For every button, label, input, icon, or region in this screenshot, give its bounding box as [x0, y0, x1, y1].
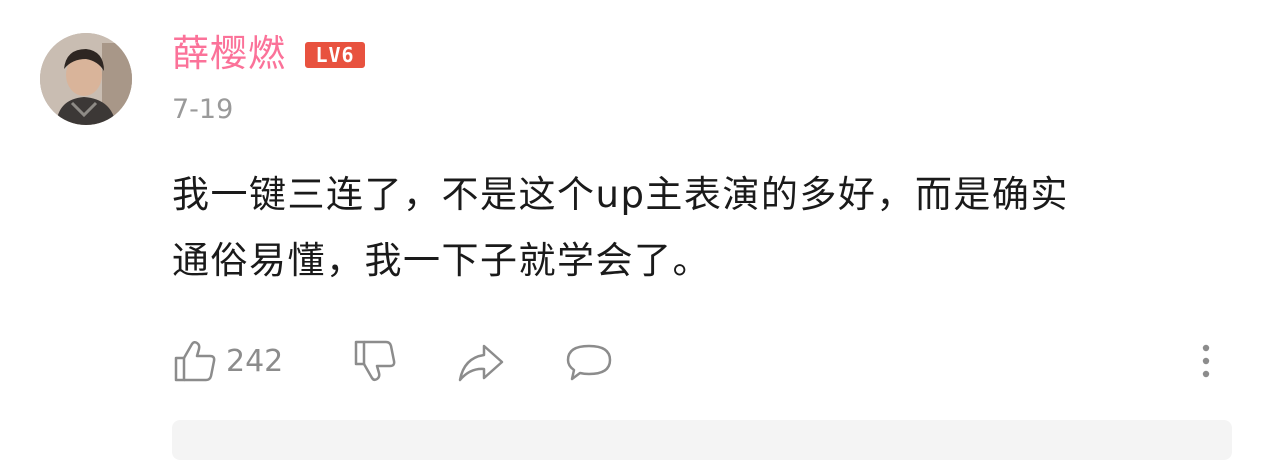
more-vertical-icon	[1198, 338, 1214, 384]
share-button[interactable]	[456, 336, 506, 386]
comment-text: 我一键三连了，不是这个up主表演的多好，而是确实 通俗易懂，我一下子就学会了。	[172, 162, 1222, 294]
like-button[interactable]: 242	[172, 336, 283, 386]
replies-preview[interactable]	[172, 420, 1232, 460]
thumbs-down-icon	[352, 338, 398, 384]
reply-icon	[564, 338, 614, 384]
comment-text-line: 通俗易懂，我一下子就学会了。	[172, 239, 711, 282]
username[interactable]: 薛樱燃	[172, 30, 286, 78]
avatar[interactable]	[40, 33, 132, 125]
comment-date: 7-19	[172, 94, 234, 125]
comment-text-line: 我一键三连了，不是这个up主表演的多好，而是确实	[172, 173, 1069, 216]
comment-item: 薛樱燃 LV6 7-19 我一键三连了，不是这个up主表演的多好，而是确实 通俗…	[0, 0, 1268, 460]
like-count: 242	[226, 343, 284, 379]
comment-actions: 242	[172, 336, 1232, 386]
share-icon	[456, 338, 506, 384]
thumbs-up-icon	[172, 338, 218, 384]
more-button[interactable]	[1198, 336, 1214, 386]
dislike-button[interactable]	[352, 336, 398, 386]
reply-button[interactable]	[564, 336, 614, 386]
level-badge: LV6	[305, 42, 365, 68]
